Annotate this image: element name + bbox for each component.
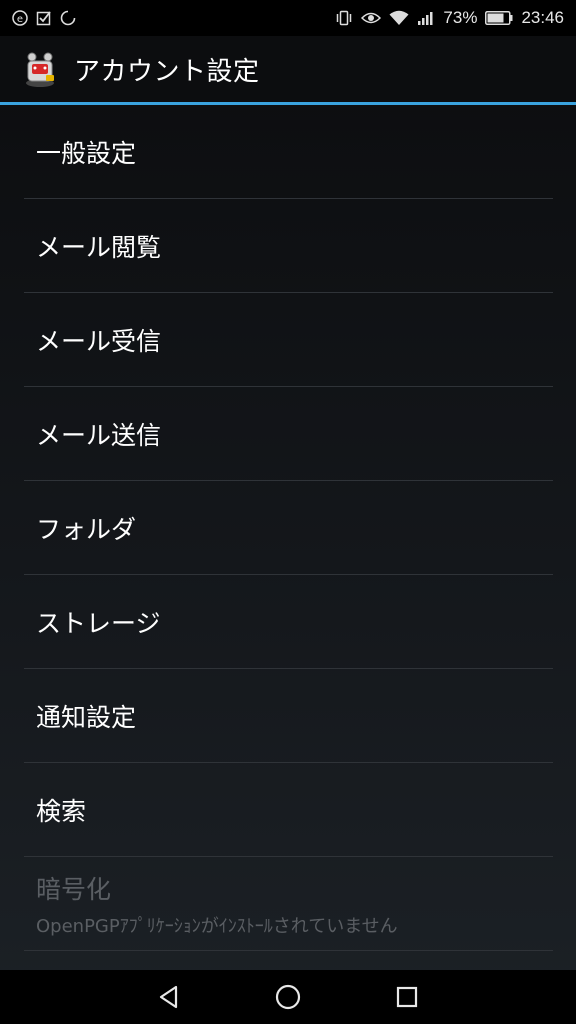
settings-item-label: メール受信: [36, 326, 162, 356]
signal-icon: [417, 10, 435, 26]
wifi-icon: [389, 10, 409, 26]
settings-item-label: 一般設定: [36, 138, 137, 168]
svg-text:e: e: [17, 14, 23, 25]
status-left: e: [12, 10, 76, 26]
battery-icon: [485, 11, 513, 25]
recents-square-icon[interactable]: [387, 977, 427, 1017]
battery-percent: 73%: [443, 8, 478, 27]
circle-notification-icon: [60, 10, 76, 26]
settings-item-label: フォルダ: [36, 514, 137, 544]
settings-item-label: 暗号化: [36, 874, 112, 904]
page-title: アカウント設定: [74, 56, 260, 87]
status-bar: e 73% 23:46: [0, 0, 576, 36]
screen: e 73% 23:46 アカウント設定 一般設定 メール閲覧 メール受信 メール…: [0, 0, 576, 1024]
settings-item-reading[interactable]: メール閲覧: [24, 199, 553, 293]
eye-icon: [361, 11, 382, 25]
settings-item-search[interactable]: 検索: [24, 763, 553, 857]
back-triangle-icon[interactable]: [149, 977, 189, 1017]
settings-item-label: 検索: [36, 796, 87, 826]
settings-item-label: 通知設定: [36, 702, 137, 732]
settings-item-incoming[interactable]: メール受信: [24, 293, 553, 387]
settings-item-encryption: 暗号化 OpenPGPｱﾌﾟﾘｹｰｼｮﾝがｲﾝｽﾄｰﾙされていません: [24, 857, 553, 951]
settings-item-notifications[interactable]: 通知設定: [24, 669, 553, 763]
settings-item-general[interactable]: 一般設定: [24, 105, 553, 199]
settings-item-label: ストレージ: [36, 608, 161, 638]
app-bar: アカウント設定: [0, 36, 576, 105]
app-mascot-icon[interactable]: [20, 49, 60, 89]
settings-item-folders[interactable]: フォルダ: [24, 481, 553, 575]
settings-item-storage[interactable]: ストレージ: [24, 575, 553, 669]
settings-list: 一般設定 メール閲覧 メール受信 メール送信 フォルダ ストレージ 通知設定 検…: [24, 105, 553, 951]
settings-item-summary: OpenPGPｱﾌﾟﾘｹｰｼｮﾝがｲﾝｽﾄｰﾙされていません: [36, 915, 398, 937]
settings-item-label: メール送信: [36, 420, 162, 450]
settings-item-label: メール閲覧: [36, 232, 162, 262]
e-notification-icon: e: [12, 10, 28, 26]
checkbox-notification-icon: [36, 10, 52, 26]
vibrate-icon: [335, 10, 353, 26]
navigation-bar: [0, 970, 576, 1024]
status-right: 73% 23:46: [335, 8, 564, 28]
settings-item-outgoing[interactable]: メール送信: [24, 387, 553, 481]
home-circle-icon[interactable]: [268, 977, 308, 1017]
status-clock: 23:46: [521, 8, 564, 27]
